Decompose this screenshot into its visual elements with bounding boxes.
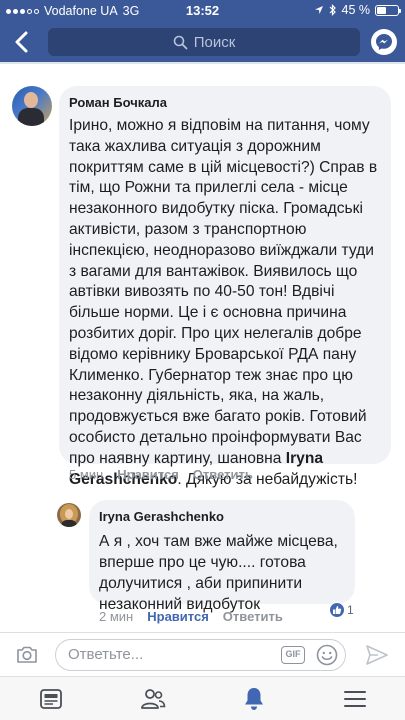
- messenger-icon: [376, 34, 392, 50]
- reply-actions: 2 мин Нравится Ответить: [99, 609, 283, 624]
- reply-timestamp: 2 мин: [99, 609, 134, 624]
- messenger-button[interactable]: [371, 29, 397, 55]
- menu-icon[interactable]: [341, 685, 369, 713]
- battery-percent: 45 %: [341, 3, 371, 17]
- battery-icon: [375, 4, 401, 16]
- reply-text: А я , хоч там вже майже місцева, вперше …: [99, 533, 338, 613]
- comment-text: Ірино, можно я відповім на питання, чому…: [69, 116, 381, 490]
- reply-like-count: 1: [347, 603, 354, 617]
- status-bar: Vodafone UA 3G 13:52 45 %: [0, 0, 405, 22]
- back-chevron-icon[interactable]: [10, 30, 36, 54]
- bottom-tab-bar: [0, 676, 405, 720]
- search-input[interactable]: Поиск: [48, 28, 360, 56]
- comment-author-avatar[interactable]: [12, 86, 52, 126]
- news-feed-icon[interactable]: [37, 685, 65, 713]
- reply-author-avatar[interactable]: [57, 503, 81, 527]
- friends-icon[interactable]: [139, 685, 167, 713]
- reply-author-name[interactable]: Iryna Gerashchenko: [99, 508, 345, 525]
- reply-reply-button[interactable]: Ответить: [223, 609, 283, 624]
- comment-composer: Ответьте... GIF: [0, 632, 405, 676]
- send-icon[interactable]: [365, 644, 389, 666]
- header-divider: [0, 62, 405, 64]
- nav-bar: Поиск: [0, 22, 405, 62]
- gif-button[interactable]: GIF: [281, 646, 305, 664]
- location-icon: [314, 6, 323, 14]
- reply-like-button[interactable]: Нравится: [147, 609, 209, 624]
- comment-like-button[interactable]: Нравится: [117, 467, 179, 482]
- comment-bubble: Роман Бочкала Ірино, можно я відповім на…: [59, 86, 391, 488]
- reply-like-count-badge[interactable]: 1: [329, 601, 354, 619]
- comment-reply-button[interactable]: Ответить: [193, 467, 253, 482]
- comment-text-body: Ірино, можно я відповім на питання, чому…: [69, 117, 378, 467]
- thumbs-up-icon: [329, 602, 345, 618]
- search-placeholder: Поиск: [193, 33, 236, 51]
- search-icon: [173, 35, 188, 49]
- status-right: 45 %: [314, 3, 401, 17]
- bluetooth-icon: [329, 4, 336, 16]
- comment-author-name[interactable]: Роман Бочкала: [69, 94, 381, 111]
- notifications-bell-icon[interactable]: [240, 685, 268, 713]
- reply-bubble: Iryna Gerashchenko А я , хоч там вже май…: [89, 500, 355, 613]
- comment-timestamp: 5 мин: [69, 467, 104, 482]
- camera-icon[interactable]: [15, 643, 39, 667]
- sticker-smile-icon[interactable]: [316, 644, 338, 666]
- comment-actions: 5 мин Нравится Ответить: [69, 467, 253, 482]
